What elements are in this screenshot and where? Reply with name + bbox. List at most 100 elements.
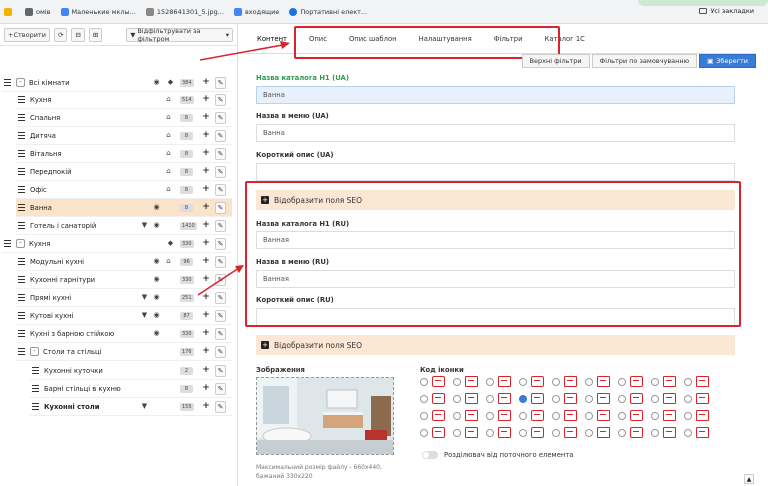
edit-icon[interactable]: ✎ — [215, 112, 226, 124]
tree-row[interactable]: Кухонні куточки 2 + ✎ — [30, 362, 232, 380]
icon-radio[interactable] — [684, 429, 692, 437]
icon-radio[interactable] — [420, 395, 428, 403]
tree-row[interactable]: Готель і санаторій ▼ ◉ 1410 + ✎ — [16, 217, 232, 235]
edit-icon[interactable]: ✎ — [215, 401, 226, 413]
icon-radio[interactable] — [618, 378, 626, 386]
tree-row[interactable]: Прямі кухні ▼ ◉ 251 + ✎ — [16, 289, 232, 307]
icon-radio[interactable] — [486, 395, 494, 403]
tree-row[interactable]: - Всі кімнати ◉ ◆ 384 + ✎ — [2, 74, 232, 92]
bookmark-icon[interactable]: ⌂ — [164, 131, 173, 140]
visibility-icon[interactable]: ◉ — [152, 311, 161, 320]
bookmark-icon[interactable]: ⌂ — [164, 95, 173, 104]
add-child-button[interactable]: + — [201, 203, 211, 213]
drag-handle-icon[interactable] — [16, 311, 26, 319]
edit-icon[interactable]: ✎ — [215, 148, 226, 160]
all-bookmarks[interactable]: Усі закладки — [699, 7, 754, 15]
edit-icon[interactable]: ✎ — [215, 166, 226, 178]
add-child-button[interactable]: + — [201, 185, 211, 195]
scroll-up-button[interactable]: ▲ — [744, 474, 754, 484]
tree-row-label[interactable]: Кухня — [29, 240, 50, 248]
icon-radio[interactable] — [552, 395, 560, 403]
edit-icon[interactable]: ✎ — [215, 346, 226, 358]
add-child-button[interactable]: + — [201, 113, 211, 123]
edit-icon[interactable]: ✎ — [215, 365, 226, 377]
icon-radio[interactable] — [519, 395, 527, 403]
bookmark-item[interactable]: Портативні елект... — [289, 7, 367, 16]
drag-handle-icon[interactable] — [16, 221, 26, 229]
drag-handle-icon[interactable] — [30, 384, 40, 392]
save-button[interactable]: ▣ Зберегти — [699, 54, 756, 68]
top-filters-button[interactable]: Верхні фільтри — [521, 54, 590, 68]
drag-handle-icon[interactable] — [16, 185, 26, 193]
visibility-icon[interactable]: ◉ — [152, 293, 161, 302]
add-child-button[interactable]: + — [201, 257, 211, 267]
edit-icon[interactable]: ✎ — [215, 292, 226, 304]
icon-radio[interactable] — [552, 378, 560, 386]
tree-row[interactable]: Кухонні гарнітури ◉ 330 + ✎ — [16, 271, 232, 289]
tree-row-label[interactable]: Офіс — [30, 186, 47, 194]
separator-toggle[interactable] — [422, 451, 438, 459]
collapse-toggle-icon[interactable]: - — [16, 239, 25, 248]
add-child-button[interactable]: + — [201, 402, 211, 412]
tree-row-label[interactable]: Кухонні куточки — [44, 367, 103, 375]
add-child-button[interactable]: + — [201, 366, 211, 376]
add-child-button[interactable]: + — [201, 311, 211, 321]
create-button[interactable]: +Створити — [4, 27, 50, 42]
icon-radio[interactable] — [651, 412, 659, 420]
visibility-icon[interactable]: ◉ — [152, 329, 161, 338]
visibility-icon[interactable]: ◉ — [152, 221, 161, 230]
drag-handle-icon[interactable] — [16, 347, 26, 355]
collapse-toggle-icon[interactable]: - — [16, 78, 25, 87]
tree-row[interactable]: Кухня ⌂ 514 + ✎ — [16, 91, 232, 109]
add-child-button[interactable]: + — [201, 329, 211, 339]
seo-toggle-2[interactable]: + Відобразити поля SEO — [256, 335, 735, 355]
icon-radio[interactable] — [519, 378, 527, 386]
tree-row-label[interactable]: Готель і санаторій — [30, 222, 96, 230]
short-desc-ua-input[interactable] — [256, 163, 735, 181]
tree-row[interactable]: Кухні з барною стійкою ◉ 330 + ✎ — [16, 325, 232, 343]
edit-icon[interactable]: ✎ — [215, 94, 226, 106]
bookmark-item[interactable]: омів — [25, 7, 51, 16]
tree-row[interactable]: - Столи та стільці 176 + ✎ — [16, 343, 232, 361]
icon-radio[interactable] — [552, 429, 560, 437]
tree-row-label[interactable]: Кухня — [30, 96, 51, 104]
edit-icon[interactable]: ✎ — [215, 130, 226, 142]
bookmark-icon[interactable]: ⌂ — [164, 149, 173, 158]
add-child-button[interactable]: + — [201, 78, 211, 88]
icon-radio[interactable] — [585, 395, 593, 403]
bookmark-item[interactable]: 1528641301_5.jpg... — [145, 7, 224, 16]
tree-row-label[interactable]: Ванна — [30, 204, 52, 212]
tree-row[interactable]: Офіс ⌂ 8 + ✎ — [16, 181, 232, 199]
tree-row-label[interactable]: Спальня — [30, 114, 60, 122]
bookmark-item[interactable]: Маленькие мклы... — [60, 7, 136, 16]
collapse-all-button[interactable]: ⊟ — [71, 27, 85, 42]
icon-radio[interactable] — [486, 412, 494, 420]
tab-content[interactable]: Контент — [257, 35, 287, 43]
icon-radio[interactable] — [684, 395, 692, 403]
visibility-icon[interactable]: ◉ — [152, 275, 161, 284]
drag-handle-icon[interactable] — [16, 275, 26, 283]
icon-radio[interactable] — [618, 429, 626, 437]
name-h1-ua-input[interactable]: Ванна — [256, 86, 735, 104]
refresh-button[interactable]: ⟳ — [53, 27, 68, 42]
icon-radio[interactable] — [651, 429, 659, 437]
icon-radio[interactable] — [420, 429, 428, 437]
edit-icon[interactable]: ✎ — [215, 328, 226, 340]
add-child-button[interactable]: + — [201, 149, 211, 159]
bookmark-item[interactable]: входящие — [233, 7, 279, 16]
icon-radio[interactable] — [519, 429, 527, 437]
collapse-toggle-icon[interactable]: - — [30, 347, 39, 356]
drag-handle-icon[interactable] — [30, 402, 40, 410]
tree-row[interactable]: Дитяча ⌂ 8 + ✎ — [16, 127, 232, 145]
icon-radio[interactable] — [519, 412, 527, 420]
icon-radio[interactable] — [453, 395, 461, 403]
drag-handle-icon[interactable] — [2, 239, 12, 247]
icon-radio[interactable] — [552, 412, 560, 420]
tree-row[interactable]: Модульні кухні ◉ ⌂ 96 + ✎ — [16, 253, 232, 271]
icon-radio[interactable] — [486, 378, 494, 386]
edit-icon[interactable]: ✎ — [215, 202, 226, 214]
tree-row-label[interactable]: Передпокій — [30, 168, 72, 176]
drag-handle-icon[interactable] — [16, 203, 26, 211]
tree-row[interactable]: - Кухня ◆ 330 + ✎ — [2, 235, 232, 253]
tree-row-label[interactable]: Всі кімнати — [29, 79, 70, 87]
